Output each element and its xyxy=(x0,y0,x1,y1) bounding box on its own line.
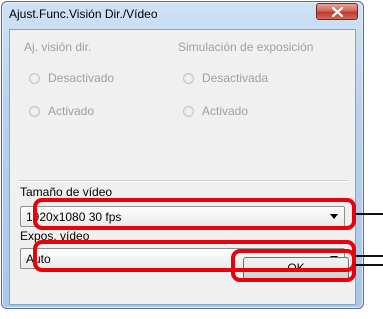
video-size-label: Tamaño de vídeo xyxy=(20,185,113,199)
callout-line xyxy=(355,213,383,215)
ok-button-highlight xyxy=(231,249,356,282)
close-icon xyxy=(332,7,343,17)
simulacion-off-radio: Desactivada xyxy=(183,71,268,85)
aj-vision-on-radio: Activado xyxy=(29,104,94,118)
radio-label: Activado xyxy=(48,104,95,118)
close-button[interactable] xyxy=(316,3,358,20)
separator xyxy=(18,180,348,182)
aj-vision-off-radio: Desactivado xyxy=(29,71,114,85)
callout-line xyxy=(355,255,383,257)
radio-circle xyxy=(183,105,194,117)
title-bar[interactable]: Ajust.Func.Visión Dir./Vídeo xyxy=(2,2,363,26)
video-size-highlight xyxy=(33,198,356,230)
simulacion-on-radio: Activado xyxy=(183,104,248,118)
radio-label: Desactivada xyxy=(202,71,269,85)
radio-label: Desactivado xyxy=(48,71,115,85)
window-title: Ajust.Func.Visión Dir./Vídeo xyxy=(9,7,158,21)
radio-circle xyxy=(29,72,40,84)
radio-circle xyxy=(183,72,194,84)
simulacion-label: Simulación de exposición xyxy=(178,40,314,54)
callout-line xyxy=(355,264,383,266)
radio-label: Activado xyxy=(202,104,249,118)
aj-vision-label: Aj. visión dir. xyxy=(24,40,92,54)
radio-circle xyxy=(29,105,40,117)
